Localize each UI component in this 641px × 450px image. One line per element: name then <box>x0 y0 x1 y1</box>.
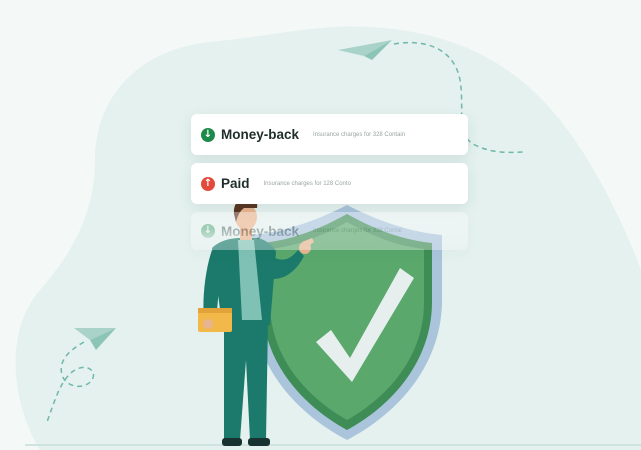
notification-title: Paid <box>221 176 250 191</box>
fade-overlay <box>191 228 468 250</box>
arrow-down-icon: ↓ <box>201 127 215 142</box>
notification-card: ↓ Money-back Insurance charges for 328 C… <box>191 114 468 155</box>
notification-description: Insurance charges for 128 Conto <box>263 180 351 187</box>
notification-card-faded: ↓ Money-back Insurance charges for 328 C… <box>191 212 468 250</box>
arrow-up-icon: ↑ <box>201 176 215 191</box>
notification-title: Money-back <box>221 127 300 142</box>
notification-description: Insurance charges for 328 Contain <box>313 131 406 138</box>
notification-card: ↑ Paid Insurance charges for 128 Conto <box>191 163 468 204</box>
